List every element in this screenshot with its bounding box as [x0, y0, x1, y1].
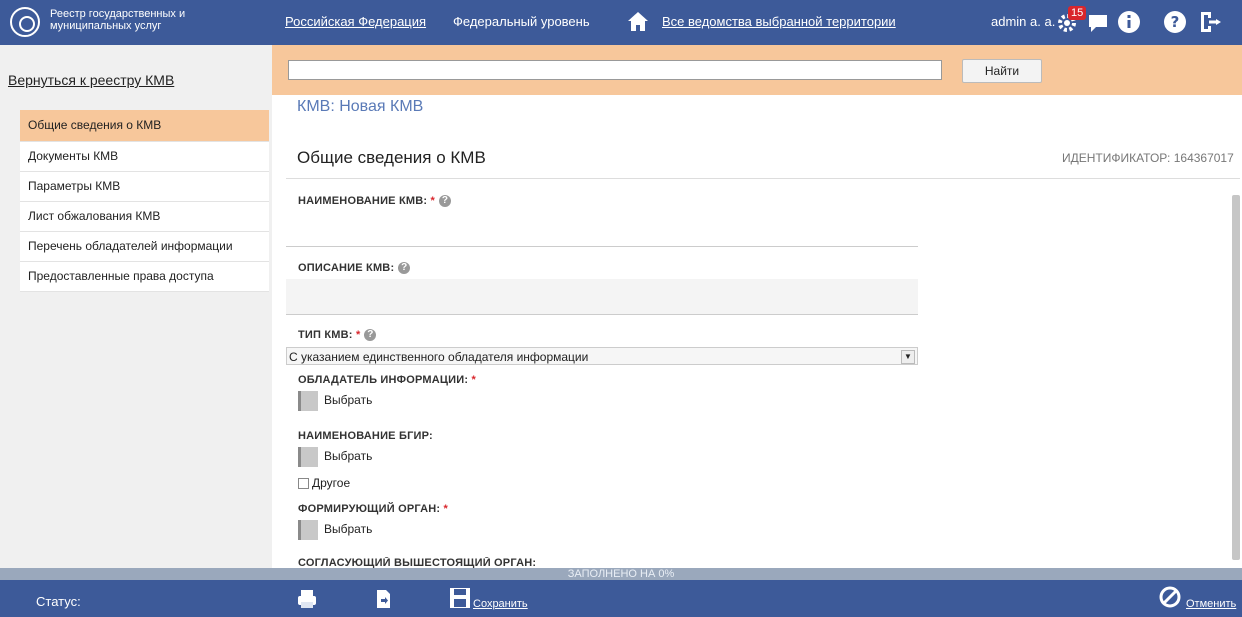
description-underline: [286, 314, 918, 315]
approving-field-label: СОГЛАСУЮЩИЙ ВЫШЕСТОЯЩИЙ ОРГАН:: [298, 557, 537, 568]
forming-choose-button[interactable]: Выбрать: [298, 520, 372, 540]
scrollbar[interactable]: [1232, 195, 1240, 560]
cancel-icon[interactable]: [1158, 585, 1182, 609]
other-checkbox[interactable]: Другое: [298, 476, 350, 490]
bgir-choose-button[interactable]: Выбрать: [298, 447, 372, 467]
forming-field-label: ФОРМИРУЮЩИЙ ОРГАН: *: [298, 503, 448, 515]
nav-level-link[interactable]: Федеральный уровень: [453, 14, 590, 29]
export-document-icon[interactable]: [372, 588, 394, 610]
book-icon: [298, 520, 318, 540]
bottom-bar: [0, 580, 1242, 617]
back-to-registry-link[interactable]: Вернуться к реестру КМВ: [8, 72, 174, 88]
save-button[interactable]: Сохранить: [473, 598, 528, 610]
logout-icon[interactable]: [1198, 10, 1222, 34]
info-icon[interactable]: [1117, 10, 1141, 34]
progress-bar: ЗАПОЛНЕНО НА 0%: [0, 568, 1242, 580]
type-field-label: ТИП КМВ: *?: [298, 329, 377, 342]
sidebar-item-documents[interactable]: Документы КМВ: [20, 142, 269, 172]
home-icon[interactable]: [626, 10, 650, 34]
logo[interactable]: Реестр государственных и муниципальных у…: [0, 0, 272, 45]
sidebar-item-access-rights[interactable]: Предоставленные права доступа: [20, 262, 269, 292]
status-label: Статус:: [36, 594, 81, 609]
book-icon: [298, 391, 318, 411]
help-icon[interactable]: ?: [364, 329, 377, 342]
help-icon[interactable]: ?: [439, 195, 452, 208]
type-select[interactable]: С указанием единственного обладателя инф…: [286, 347, 918, 365]
section-title: Общие сведения о КМВ: [297, 148, 486, 167]
cancel-button[interactable]: Отменить: [1186, 598, 1236, 610]
notification-badge: 15: [1068, 6, 1087, 20]
name-field-label: НАИМЕНОВАНИЕ КМВ: *?: [298, 195, 452, 208]
owner-choose-button[interactable]: Выбрать: [298, 391, 372, 411]
sidebar-item-general-info[interactable]: Общие сведения о КМВ: [20, 110, 269, 142]
print-icon[interactable]: [296, 588, 318, 610]
search-input[interactable]: [288, 60, 942, 80]
sidebar-item-appeal-sheet[interactable]: Лист обжалования КМВ: [20, 202, 269, 232]
sidebar-item-parameters[interactable]: Параметры КМВ: [20, 172, 269, 202]
name-field[interactable]: [286, 246, 918, 247]
user-name[interactable]: admin a. a.: [991, 14, 1055, 29]
help-icon[interactable]: ?: [398, 262, 411, 275]
type-select-value: С указанием единственного обладателя инф…: [289, 350, 589, 364]
description-field-label: ОПИСАНИЕ КМВ:?: [298, 262, 411, 275]
nav-departments-link[interactable]: Все ведомства выбранной территории: [662, 14, 896, 29]
messages-icon[interactable]: [1086, 12, 1110, 34]
save-icon[interactable]: [448, 586, 472, 610]
identifier-label: ИДЕНТИФИКАТОР: 164367017: [1062, 151, 1234, 165]
search-button[interactable]: Найти: [962, 59, 1042, 83]
nav-territory-link[interactable]: Российская Федерация: [285, 14, 426, 29]
book-icon: [298, 447, 318, 467]
owner-field-label: ОБЛАДАТЕЛЬ ИНФОРМАЦИИ: *: [298, 374, 476, 386]
svg-text:?: ?: [1171, 13, 1180, 31]
help-icon[interactable]: ?: [1163, 10, 1187, 34]
sidebar-item-info-holders[interactable]: Перечень обладателей информации: [20, 232, 269, 262]
bgir-field-label: НАИМЕНОВАНИЕ БГИР:: [298, 430, 433, 442]
description-field[interactable]: [286, 279, 918, 314]
sidebar-menu: Общие сведения о КМВ Документы КМВ Парам…: [20, 110, 269, 292]
checkbox-box[interactable]: [298, 478, 309, 490]
chevron-down-icon[interactable]: ▼: [901, 350, 915, 364]
logo-icon: [10, 7, 40, 37]
page-title: КМВ: Новая КМВ: [297, 98, 424, 115]
logo-text: Реестр государственных и муниципальных у…: [50, 8, 186, 32]
